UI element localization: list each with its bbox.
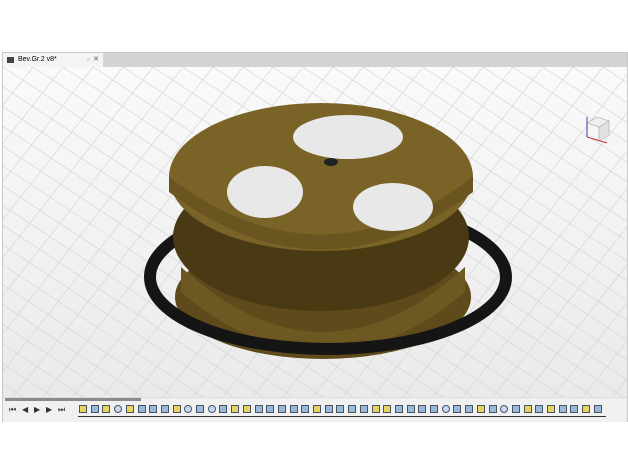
feature-icon[interactable] <box>219 405 228 413</box>
play-button[interactable]: ▶ <box>34 405 40 414</box>
sketch-icon[interactable] <box>172 405 181 413</box>
feature-icon[interactable] <box>324 405 333 413</box>
feature-icon[interactable] <box>394 405 403 413</box>
sketch-icon[interactable] <box>371 405 380 413</box>
feature-icon[interactable] <box>359 405 368 413</box>
feature-icon[interactable] <box>418 405 427 413</box>
model-canvas <box>3 67 627 397</box>
step-forward-button[interactable]: ▶ <box>46 405 52 414</box>
sketch-icon[interactable] <box>523 405 532 413</box>
feature-icon[interactable] <box>149 405 158 413</box>
tab-title: Bev.Gr.2 v8* <box>18 56 57 63</box>
feature-icon[interactable] <box>535 405 544 413</box>
sketch-icon[interactable] <box>125 405 134 413</box>
3d-viewport[interactable] <box>3 67 627 397</box>
feature-icon[interactable] <box>593 405 602 413</box>
sketch-icon[interactable] <box>476 405 485 413</box>
bevel-gear-model <box>144 103 512 359</box>
sync-icon: ○ <box>86 57 91 63</box>
go-to-end-button[interactable]: ⏭ <box>58 405 65 415</box>
feature-icon[interactable] <box>301 405 310 413</box>
view-cube[interactable] <box>585 116 613 144</box>
feature-icon[interactable] <box>336 405 345 413</box>
sketch-icon[interactable] <box>231 405 240 413</box>
go-to-start-button[interactable]: ⏮ <box>9 405 16 415</box>
feature-icon[interactable] <box>289 405 298 413</box>
feature-icon[interactable] <box>266 405 275 413</box>
feature-icon[interactable] <box>348 405 357 413</box>
feature-icon[interactable] <box>558 405 567 413</box>
component-icon <box>7 57 14 63</box>
feature-icon[interactable] <box>137 405 146 413</box>
feature-icon[interactable] <box>570 405 579 413</box>
document-window: Bev.Gr.2 v8* ○ ✕ ⏮ ◀ ▶ ▶ ⏭ <box>2 52 628 422</box>
sketch-icon[interactable] <box>79 405 87 413</box>
construction-icon[interactable] <box>184 405 193 413</box>
feature-icon[interactable] <box>511 405 520 413</box>
feature-icon[interactable] <box>254 405 263 413</box>
construction-icon[interactable] <box>114 405 123 413</box>
feature-icon[interactable] <box>406 405 415 413</box>
sketch-icon[interactable] <box>582 405 591 413</box>
step-back-button[interactable]: ◀ <box>22 405 28 414</box>
feature-icon[interactable] <box>196 405 204 413</box>
feature-icon[interactable] <box>277 405 286 413</box>
construction-icon[interactable] <box>500 405 509 413</box>
feature-icon[interactable] <box>453 405 462 413</box>
feature-icon[interactable] <box>488 405 497 413</box>
sketch-icon[interactable] <box>242 405 251 413</box>
feature-icon[interactable] <box>160 405 169 413</box>
close-tab-button[interactable]: ✕ <box>93 53 99 67</box>
sketch-icon[interactable] <box>313 405 321 413</box>
feature-icon[interactable] <box>430 405 438 413</box>
sketch-icon[interactable] <box>383 405 392 413</box>
tab-bar: Bev.Gr.2 v8* ○ ✕ <box>3 53 627 67</box>
feature-icon[interactable] <box>90 405 99 413</box>
timeline-scrollbar[interactable] <box>5 398 141 401</box>
sketch-icon[interactable] <box>547 405 555 413</box>
timeline-ruler <box>78 416 606 417</box>
timeline: ⏮ ◀ ▶ ▶ ⏭ <box>3 397 627 422</box>
construction-icon[interactable] <box>441 405 450 413</box>
document-tab[interactable]: Bev.Gr.2 v8* ○ ✕ <box>3 53 103 67</box>
sketch-icon[interactable] <box>102 405 111 413</box>
feature-icon[interactable] <box>465 405 474 413</box>
construction-icon[interactable] <box>207 405 216 413</box>
